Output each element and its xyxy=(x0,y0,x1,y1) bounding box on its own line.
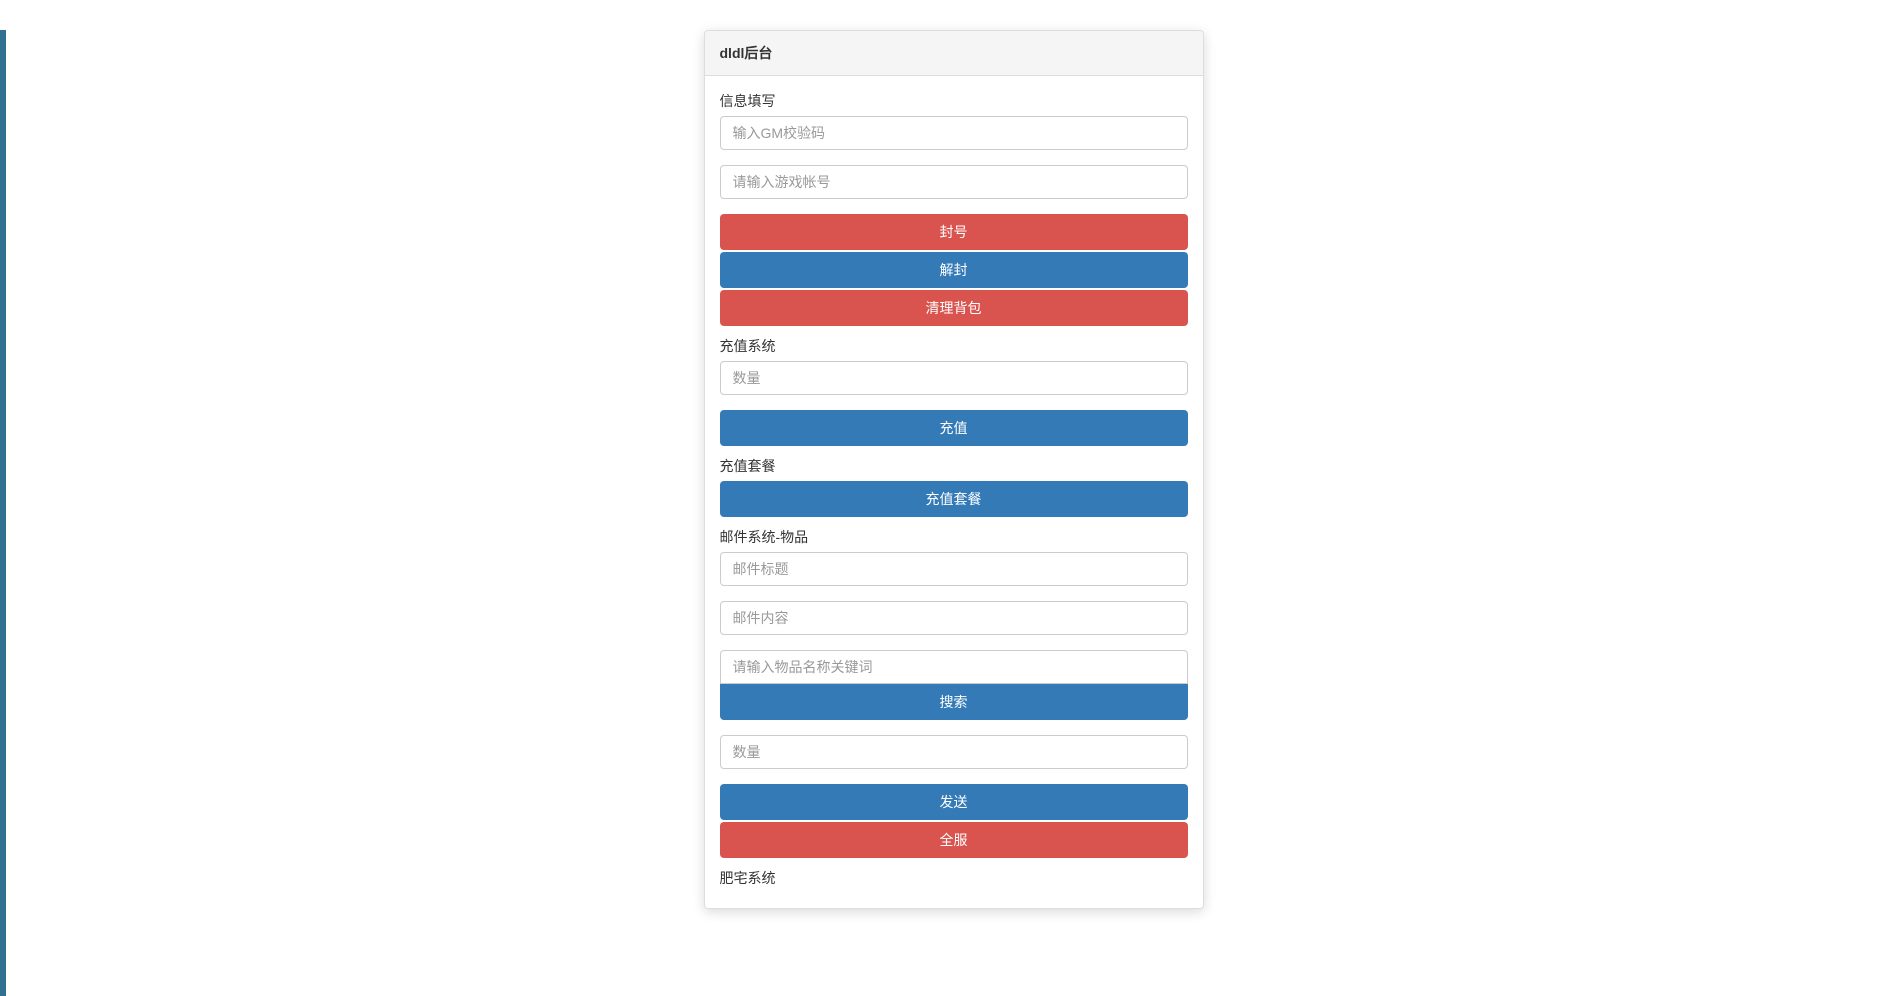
unban-button[interactable]: 解封 xyxy=(720,252,1188,288)
mail-content-input[interactable] xyxy=(720,601,1188,635)
recharge-section-label: 充值系统 xyxy=(720,336,1188,356)
panel-body: 信息填写 封号 解封 清理背包 充值系统 充值 充值套餐 充值套餐 邮件系统-物… xyxy=(705,76,1203,908)
recharge-package-button[interactable]: 充值套餐 xyxy=(720,481,1188,517)
ban-button[interactable]: 封号 xyxy=(720,214,1188,250)
mail-quantity-input[interactable] xyxy=(720,735,1188,769)
search-button[interactable]: 搜索 xyxy=(720,684,1188,720)
mail-title-input[interactable] xyxy=(720,552,1188,586)
feizhai-section-label: 肥宅系统 xyxy=(720,868,1188,888)
info-section-label: 信息填写 xyxy=(720,91,1188,111)
item-search-input[interactable] xyxy=(720,650,1188,684)
send-button[interactable]: 发送 xyxy=(720,784,1188,820)
gm-code-input[interactable] xyxy=(720,116,1188,150)
game-account-input[interactable] xyxy=(720,165,1188,199)
recharge-quantity-input[interactable] xyxy=(720,361,1188,395)
recharge-button[interactable]: 充值 xyxy=(720,410,1188,446)
mail-item-section-label: 邮件系统-物品 xyxy=(720,527,1188,547)
panel-title: dldl后台 xyxy=(705,31,1203,76)
all-server-button[interactable]: 全服 xyxy=(720,822,1188,858)
admin-panel: dldl后台 信息填写 封号 解封 清理背包 充值系统 充值 充值套餐 充值套餐… xyxy=(704,30,1204,909)
recharge-package-section-label: 充值套餐 xyxy=(720,456,1188,476)
clear-bag-button[interactable]: 清理背包 xyxy=(720,290,1188,326)
